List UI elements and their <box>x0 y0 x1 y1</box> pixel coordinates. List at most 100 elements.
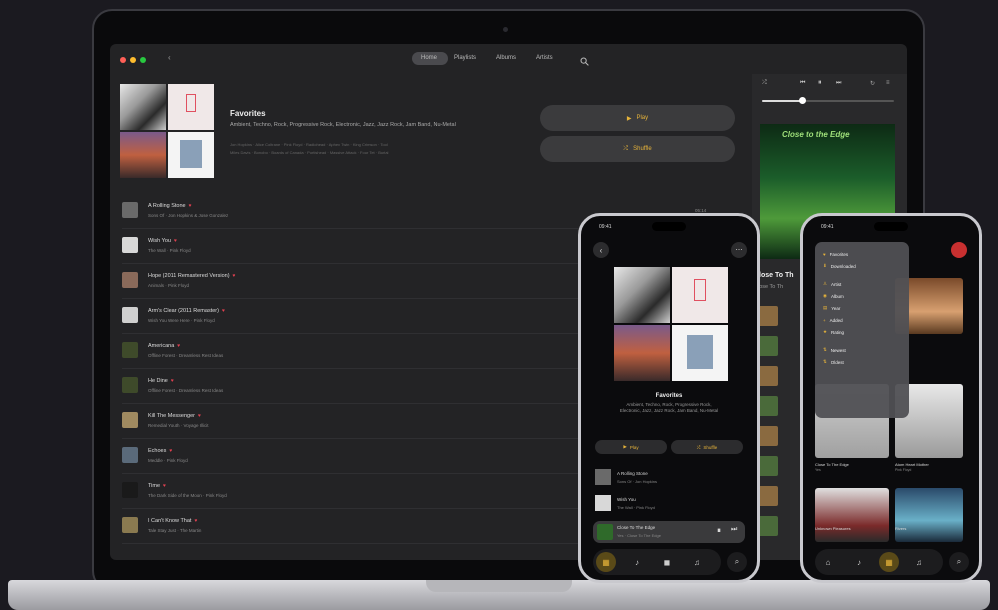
playlist-genres: Ambient, Techno, Rock, Progressive Rock,… <box>230 122 456 128</box>
menu-item-favorites[interactable]: ♥ Favorites <box>815 248 909 260</box>
track-title: A Rolling Stone ♥ <box>148 203 192 209</box>
tab-search-icon[interactable]: ⌕ <box>727 552 747 572</box>
menu-item-added[interactable]: + Added <box>815 314 909 326</box>
tab-songs-icon[interactable]: ♫ <box>687 552 707 572</box>
queue-item-art[interactable] <box>758 306 778 326</box>
grid-title-4[interactable]: Rivers <box>895 526 906 531</box>
track-artist: Tale Stay Just · The Martin <box>148 528 202 533</box>
queue-icon[interactable]: ≡ <box>886 80 890 86</box>
back-icon[interactable]: ‹ <box>168 53 171 62</box>
tab-bar-2: ⌂ ♪ ▦ ♫ <box>815 549 943 575</box>
phone-right: 09:41 Close To The Edge Yes Atom Heart M… <box>800 213 982 583</box>
heart-icon[interactable]: ♥ <box>177 343 180 349</box>
previous-icon[interactable]: ⏮ <box>800 80 805 87</box>
back-button[interactable]: ‹ <box>593 242 609 258</box>
close-window-button[interactable] <box>120 57 126 63</box>
tab2-home-icon[interactable]: ⌂ <box>818 552 838 572</box>
queue-item-art[interactable] <box>758 426 778 446</box>
queue-item-art[interactable] <box>758 516 778 536</box>
track-art <box>122 307 138 323</box>
laptop-notch <box>426 580 572 592</box>
heart-icon[interactable]: ♥ <box>171 378 174 384</box>
mini-next-icon[interactable]: ⏭ <box>731 526 737 534</box>
shuffle-small-icon[interactable]: ⤮ <box>762 80 767 87</box>
track-art <box>122 447 138 463</box>
sort-icon: ⇅ <box>823 359 827 364</box>
heart-icon[interactable]: ♥ <box>169 448 172 454</box>
tab2-search-icon[interactable]: ⌕ <box>949 552 969 572</box>
heart-icon[interactable]: ♥ <box>174 238 177 244</box>
phone-row-title-1[interactable]: A Rolling Stone <box>617 471 648 476</box>
pause-icon[interactable]: ⏸ <box>818 79 822 87</box>
tab2-songs-icon[interactable]: ♫ <box>909 552 929 572</box>
menu-item-artist[interactable]: ♙ Artist <box>815 278 909 290</box>
tab2-artists-icon[interactable]: ♪ <box>849 552 869 572</box>
tab-library-icon[interactable]: ▦ <box>596 552 616 572</box>
cover-art-2-mark <box>186 94 196 112</box>
heart-icon[interactable]: ♥ <box>233 273 236 279</box>
track-artist: The Wall · Pink Floyd <box>148 248 191 253</box>
phone-shuffle-label: Shuffle <box>703 444 718 450</box>
queue-item-art[interactable] <box>758 336 778 356</box>
menu-item-year[interactable]: ▤ Year <box>815 302 909 314</box>
mini-player-artist: Yes · Close To The Edge <box>617 533 661 538</box>
track-artist: Sons Of · Jon Hopkins & Jose Gonzalez <box>148 213 229 218</box>
tab-home[interactable]: Home <box>421 55 437 61</box>
track-art <box>122 237 138 253</box>
mini-player-title: Close To The Edge <box>617 525 656 530</box>
heart-icon[interactable]: ♥ <box>222 308 225 314</box>
phone-shuffle-button[interactable]: ⤮ Shuffle <box>671 440 743 454</box>
menu-item-label: Artist <box>831 281 842 287</box>
menu-item-rating[interactable]: ★ Rating <box>815 326 909 338</box>
queue-item-art[interactable] <box>758 486 778 506</box>
tab2-albums-icon[interactable]: ▦ <box>879 552 899 572</box>
track-art <box>122 202 138 218</box>
queue-item-art[interactable] <box>758 396 778 416</box>
phone-row-art-2 <box>595 495 611 511</box>
menu-item-label: Album <box>830 293 844 299</box>
track-artist: Remedial Youth · Voyage Illicit <box>148 423 209 428</box>
heart-icon[interactable]: ♥ <box>189 203 192 209</box>
more-button[interactable]: ⋯ <box>731 242 747 258</box>
grid-title-3[interactable]: Unknown Pleasures <box>815 526 851 531</box>
phone-cover-4 <box>672 325 728 381</box>
volume-knob[interactable] <box>799 97 806 104</box>
record-button[interactable] <box>951 242 967 258</box>
phone-play-button[interactable]: ▶ Play <box>595 440 667 454</box>
tab-artists[interactable]: Artists <box>536 55 553 61</box>
playlist-artists-2: Miles Davis · Bonobo · Boards of Canada … <box>230 150 389 155</box>
heart-icon[interactable]: ♥ <box>163 483 166 489</box>
heart-icon: ♥ <box>823 251 826 257</box>
queue-item-art[interactable] <box>758 366 778 386</box>
heart-icon[interactable]: ♥ <box>198 413 201 419</box>
tab-artists-icon[interactable]: ♪ <box>627 552 647 572</box>
tab-albums-icon[interactable]: ◼ <box>657 552 677 572</box>
repeat-icon[interactable]: ↻ <box>870 80 875 87</box>
grid-title-2[interactable]: Atom Heart Mother <box>895 462 929 467</box>
menu-item-album[interactable]: ◉ Album <box>815 290 909 302</box>
play-button[interactable]: ▶ Play <box>540 105 735 131</box>
shuffle-button[interactable]: ⤮ Shuffle <box>540 136 735 162</box>
menu-item-downloaded[interactable]: ⬇ Downloaded <box>815 260 909 272</box>
track-title: He Dine ♥ <box>148 378 174 384</box>
grid-title-1[interactable]: Close To The Edge <box>815 462 849 467</box>
menu-item-oldest[interactable]: ⇅ Oldest <box>815 356 909 368</box>
search-icon[interactable] <box>580 53 589 66</box>
zoom-window-button[interactable] <box>140 57 146 63</box>
menu-item-newest[interactable]: ⇅ Newest <box>815 344 909 356</box>
mini-player[interactable]: Close To The Edge Yes · Close To The Edg… <box>593 521 745 543</box>
menu-item-label: Newest <box>830 347 846 353</box>
phone-row-title-2[interactable]: Wish You <box>617 497 636 502</box>
heart-icon[interactable]: ♥ <box>194 518 197 524</box>
dynamic-island <box>652 222 686 231</box>
minimize-window-button[interactable] <box>130 57 136 63</box>
person-icon: ♙ <box>823 281 828 286</box>
tab-albums[interactable]: Albums <box>496 55 516 61</box>
plus-icon: + <box>823 317 826 323</box>
cover-art-2 <box>168 84 214 130</box>
queue-item-art[interactable] <box>758 456 778 476</box>
mini-pause-icon[interactable]: ⏸ <box>717 526 721 536</box>
next-icon[interactable]: ⏭ <box>836 80 841 87</box>
shuffle-icon: ⤮ <box>623 145 629 152</box>
tab-playlists[interactable]: Playlists <box>454 55 476 61</box>
